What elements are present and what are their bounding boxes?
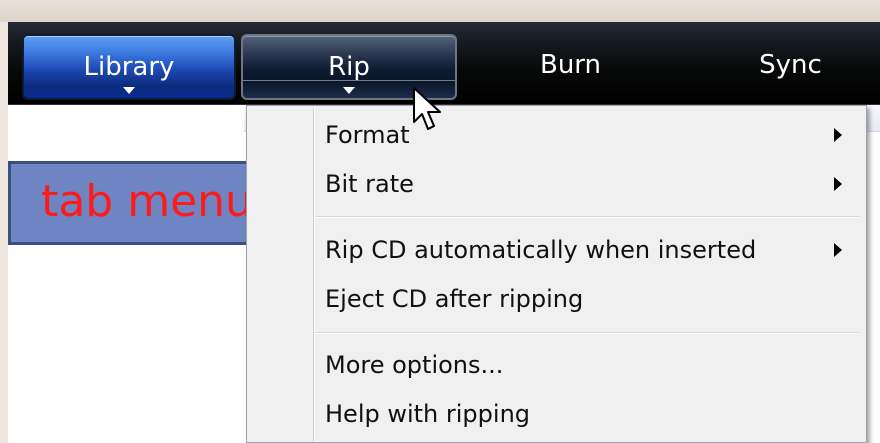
menu-item-label: Eject CD after ripping	[325, 285, 584, 313]
navigation-pane	[8, 105, 244, 443]
chevron-down-icon[interactable]	[343, 87, 355, 94]
menu-item-label: Rip CD automatically when inserted	[325, 236, 757, 264]
tab-rip-label: Rip	[328, 52, 370, 82]
tab-library-label: Library	[83, 52, 175, 82]
tab-rip-divider	[243, 80, 455, 81]
menu-item-bit-rate[interactable]: Bit rate	[249, 161, 864, 207]
submenu-arrow-icon	[834, 243, 842, 257]
submenu-arrow-icon	[834, 128, 842, 142]
menu-item-label: More options...	[325, 351, 504, 379]
menu-item-label: Help with ripping	[325, 400, 531, 428]
menu-item-format[interactable]: Format	[249, 112, 864, 158]
submenu-arrow-icon	[834, 177, 842, 191]
menu-item-eject-cd[interactable]: Eject CD after ripping	[249, 276, 864, 322]
tab-sync[interactable]: Sync	[698, 34, 880, 100]
rip-tab-menu: Format Bit rate Rip CD automatically whe…	[246, 105, 867, 443]
tab-sync-label: Sync	[759, 50, 822, 80]
menu-separator	[315, 332, 860, 334]
menu-item-more-options[interactable]: More options...	[249, 342, 864, 388]
menu-item-label: Format	[325, 121, 410, 149]
tab-library[interactable]: Library	[22, 34, 236, 100]
tab-burn[interactable]: Burn	[468, 34, 673, 100]
menu-item-label: Bit rate	[325, 170, 414, 198]
menu-item-help-with-ripping[interactable]: Help with ripping	[249, 391, 864, 437]
window-frame-top	[0, 0, 880, 22]
menu-separator	[315, 216, 860, 218]
menu-item-rip-cd-automatically[interactable]: Rip CD automatically when inserted	[249, 227, 864, 273]
annotation-callout: tab menu	[8, 161, 286, 245]
chevron-down-icon[interactable]	[123, 87, 135, 94]
annotation-text: tab menu	[41, 176, 253, 227]
tab-burn-label: Burn	[539, 50, 602, 80]
mouse-pointer-icon	[413, 87, 441, 130]
